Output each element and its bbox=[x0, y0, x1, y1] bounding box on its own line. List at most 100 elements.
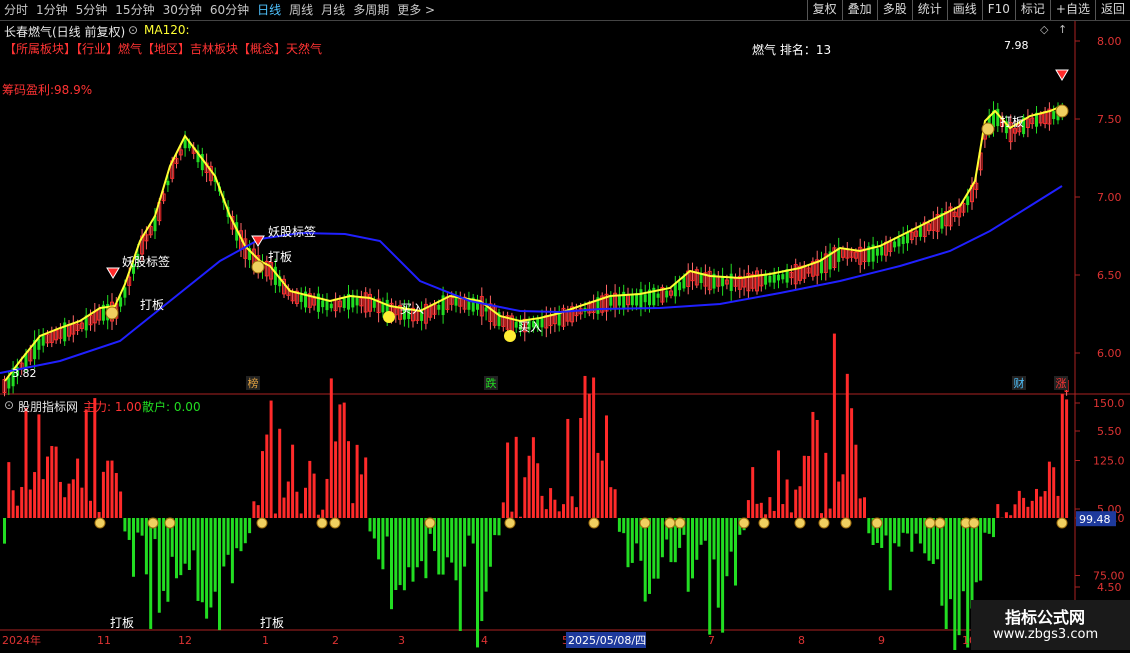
period-tab[interactable]: 60分钟 bbox=[206, 0, 253, 20]
indicator-bar-down bbox=[704, 518, 707, 541]
moneybag-icon bbox=[969, 518, 979, 528]
moneybag-icon bbox=[317, 518, 327, 528]
price-tick-label: 5.50 bbox=[1097, 425, 1122, 438]
candle-body bbox=[876, 248, 879, 255]
indicator-bar-down bbox=[467, 518, 470, 536]
toolbar-button[interactable]: 多股 bbox=[877, 0, 912, 20]
indicator-bar-up bbox=[1018, 491, 1021, 518]
period-tab[interactable]: 1分钟 bbox=[32, 0, 72, 20]
indicator-bar-down bbox=[730, 518, 733, 552]
indicator-bar-up bbox=[764, 514, 767, 518]
toolbar-button[interactable]: +自选 bbox=[1050, 0, 1095, 20]
indicator-bar-down bbox=[687, 518, 690, 592]
indicator-bar-up bbox=[786, 479, 789, 518]
indicator-bar-up bbox=[768, 497, 771, 518]
period-tab[interactable]: 月线 bbox=[317, 0, 349, 20]
toolbar-button[interactable]: 返回 bbox=[1095, 0, 1130, 20]
indicator-bar-up bbox=[566, 419, 569, 518]
signal-label: 妖股标签 bbox=[122, 254, 170, 269]
candle-body bbox=[678, 282, 681, 290]
moneybag-icon bbox=[795, 518, 805, 528]
indicator-bar-down bbox=[657, 518, 660, 579]
indicator-bar-down bbox=[644, 518, 647, 602]
period-tab[interactable]: 日线 bbox=[253, 0, 285, 20]
indicator-bar-up bbox=[562, 504, 565, 518]
indicator-bar-down bbox=[485, 518, 488, 592]
indicator-bar-down bbox=[945, 518, 948, 629]
indicator-bar-up bbox=[519, 517, 522, 518]
indicator-bar-down bbox=[459, 518, 462, 631]
toolbar-buttons: 复权叠加多股统计画线F10标记+自选返回 bbox=[807, 0, 1130, 20]
toolbar-button[interactable]: 复权 bbox=[807, 0, 842, 20]
indicator-bar-up bbox=[334, 441, 337, 518]
period-tab[interactable]: 30分钟 bbox=[159, 0, 206, 20]
indicator-bar-down bbox=[910, 518, 913, 552]
diamond-icon[interactable]: ◇ bbox=[1040, 23, 1048, 36]
toolbar-button[interactable]: F10 bbox=[982, 0, 1015, 20]
indicator-bar-down bbox=[222, 518, 225, 566]
indicator-bar-down bbox=[141, 518, 144, 536]
indicator-bar-down bbox=[132, 518, 135, 577]
indicator-bar-up bbox=[799, 486, 802, 518]
indicator-bar-down bbox=[437, 518, 440, 574]
indicator-bar-down bbox=[971, 518, 974, 609]
smiley-icon bbox=[504, 330, 516, 342]
moneybag-icon bbox=[819, 518, 829, 528]
settings-circle-icon[interactable]: ⊙ bbox=[128, 23, 138, 37]
indicator-bar-down bbox=[472, 518, 475, 544]
moneybag-icon bbox=[841, 518, 851, 528]
indicator-bar-down bbox=[166, 518, 169, 602]
kline-chart[interactable]: 8.007.507.006.506.005.505.004.504.00150.… bbox=[0, 21, 1130, 650]
indicator-bar-down bbox=[403, 518, 406, 590]
indicator-bar-down bbox=[209, 518, 212, 607]
indicator-bar-up bbox=[541, 496, 544, 518]
indicator-bar-up bbox=[98, 512, 101, 518]
indicator-bar-up bbox=[265, 435, 268, 518]
candle-body bbox=[639, 289, 642, 309]
time-label: 2025/05/08/四 bbox=[568, 634, 646, 647]
indicator-bar-down bbox=[373, 518, 376, 538]
period-tab[interactable]: 更多 > bbox=[393, 0, 439, 20]
candle-body bbox=[893, 242, 896, 248]
toolbar-button[interactable]: 统计 bbox=[912, 0, 947, 20]
candle-body bbox=[343, 298, 346, 308]
period-tab[interactable]: 分时 bbox=[0, 0, 32, 20]
indicator-tick-label: 150.0 bbox=[1093, 397, 1125, 410]
indicator-bar-up bbox=[106, 461, 109, 518]
toolbar-button[interactable]: 叠加 bbox=[842, 0, 877, 20]
indicator-bar-up bbox=[760, 503, 763, 518]
indicator-bar-down bbox=[992, 518, 995, 537]
period-tab[interactable]: 15分钟 bbox=[111, 0, 158, 20]
toolbar-button[interactable]: 标记 bbox=[1015, 0, 1050, 20]
indicator-bar-down bbox=[893, 518, 896, 543]
indicator-bar-up bbox=[829, 509, 832, 518]
indicator-bar-up bbox=[37, 414, 40, 518]
chart-area[interactable]: 8.007.507.006.506.005.505.004.504.00150.… bbox=[0, 21, 1130, 650]
indicator-bar-up bbox=[592, 378, 595, 518]
toolbar-button[interactable]: 画线 bbox=[947, 0, 982, 20]
indicator-bar-down bbox=[136, 518, 139, 533]
up-arrow-icon[interactable]: ↑ bbox=[1058, 23, 1067, 36]
indicator-bar-down bbox=[442, 518, 445, 575]
indicator-bar-down bbox=[721, 518, 724, 633]
indicator-settings-icon[interactable]: ⊙ bbox=[4, 398, 14, 412]
candle-body bbox=[330, 304, 333, 308]
diamond-icon bbox=[107, 268, 119, 278]
indicator-bar-up bbox=[502, 502, 505, 518]
indicator-bar-up bbox=[558, 511, 561, 518]
indicator-bar-down bbox=[725, 518, 728, 576]
moneybag-icon bbox=[165, 518, 175, 528]
indicator-bar-up bbox=[751, 467, 754, 518]
indicator-bar-down bbox=[966, 518, 969, 648]
period-tab[interactable]: 5分钟 bbox=[72, 0, 112, 20]
stock-title: 长春燃气(日线 前复权) bbox=[4, 23, 125, 40]
period-tab[interactable]: 多周期 bbox=[349, 0, 393, 20]
time-label: 7 bbox=[708, 634, 715, 647]
indicator-bar-down bbox=[700, 518, 703, 545]
indicator-bar-up bbox=[811, 412, 814, 518]
indicator-bar-up bbox=[837, 482, 840, 518]
sector-tags[interactable]: 【所属板块】【行业】燃气【地区】吉林板块【概念】天然气 bbox=[4, 40, 322, 57]
indicator-bar-down bbox=[227, 518, 230, 555]
indicator-bar-down bbox=[618, 518, 621, 532]
period-tab[interactable]: 周线 bbox=[285, 0, 317, 20]
